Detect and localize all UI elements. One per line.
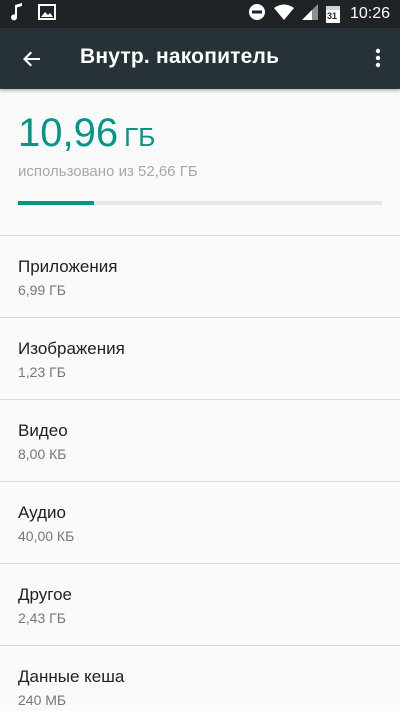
do-not-disturb-icon <box>248 3 266 25</box>
calendar-icon: 31 <box>325 5 340 23</box>
list-item-size: 240 МБ <box>18 692 67 708</box>
wifi-icon <box>273 4 294 24</box>
back-button[interactable] <box>18 45 46 73</box>
list-item-audio[interactable]: Аудио 40,00 КБ <box>0 482 400 564</box>
list-item-size: 6,99 ГБ <box>18 282 66 298</box>
image-icon <box>38 4 56 24</box>
status-bar-left <box>10 3 56 25</box>
more-vert-icon <box>375 48 381 68</box>
list-item-title: Изображения <box>18 339 125 358</box>
storage-category-list: Приложения 6,99 ГБ Изображения 1,23 ГБ В… <box>0 236 400 711</box>
list-item-title: Приложения <box>18 257 118 276</box>
list-item-images[interactable]: Изображения 1,23 ГБ <box>0 318 400 400</box>
status-bar-right: 31 10:26 <box>248 3 390 25</box>
used-unit: ГБ <box>124 122 156 152</box>
total-storage-text: использовано из 52,66 ГБ <box>18 163 198 180</box>
list-item-other[interactable]: Другое 2,43 ГБ <box>0 564 400 646</box>
used-storage: 10,96 ГБ <box>18 111 155 156</box>
signal-icon <box>301 4 318 24</box>
app-bar: Внутр. накопитель <box>0 28 400 89</box>
list-item-title: Видео <box>18 421 68 440</box>
arrow-back-icon <box>23 51 40 67</box>
storage-progress-bar <box>18 201 382 205</box>
calendar-day: 31 <box>326 11 337 21</box>
page-title: Внутр. накопитель <box>80 45 280 68</box>
overflow-menu-button[interactable] <box>370 46 386 70</box>
used-value: 10,96 <box>18 111 119 155</box>
storage-progress-fill <box>18 201 94 205</box>
storage-summary: 10,96 ГБ использовано из 52,66 ГБ <box>0 89 400 235</box>
status-bar: 31 10:26 <box>0 0 400 28</box>
list-item-size: 2,43 ГБ <box>18 610 66 626</box>
list-item-size: 8,00 КБ <box>18 446 67 462</box>
list-item-title: Аудио <box>18 503 66 522</box>
list-item-title: Другое <box>18 585 73 604</box>
list-item-size: 40,00 КБ <box>18 528 75 544</box>
list-item-size: 1,23 ГБ <box>18 364 66 380</box>
status-time: 10:26 <box>349 5 390 22</box>
list-item-apps[interactable]: Приложения 6,99 ГБ <box>0 236 400 318</box>
list-item-cache[interactable]: Данные кеша 240 МБ <box>0 646 400 711</box>
list-item-video[interactable]: Видео 8,00 КБ <box>0 400 400 482</box>
music-note-icon <box>10 3 24 25</box>
list-item-title: Данные кеша <box>18 667 125 686</box>
